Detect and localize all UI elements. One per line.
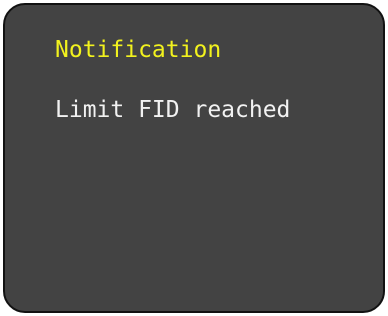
- notification-message: Limit FID reached: [55, 97, 291, 123]
- notification-title: Notification: [55, 37, 222, 63]
- notification-panel: Notification Limit FID reached: [3, 3, 385, 313]
